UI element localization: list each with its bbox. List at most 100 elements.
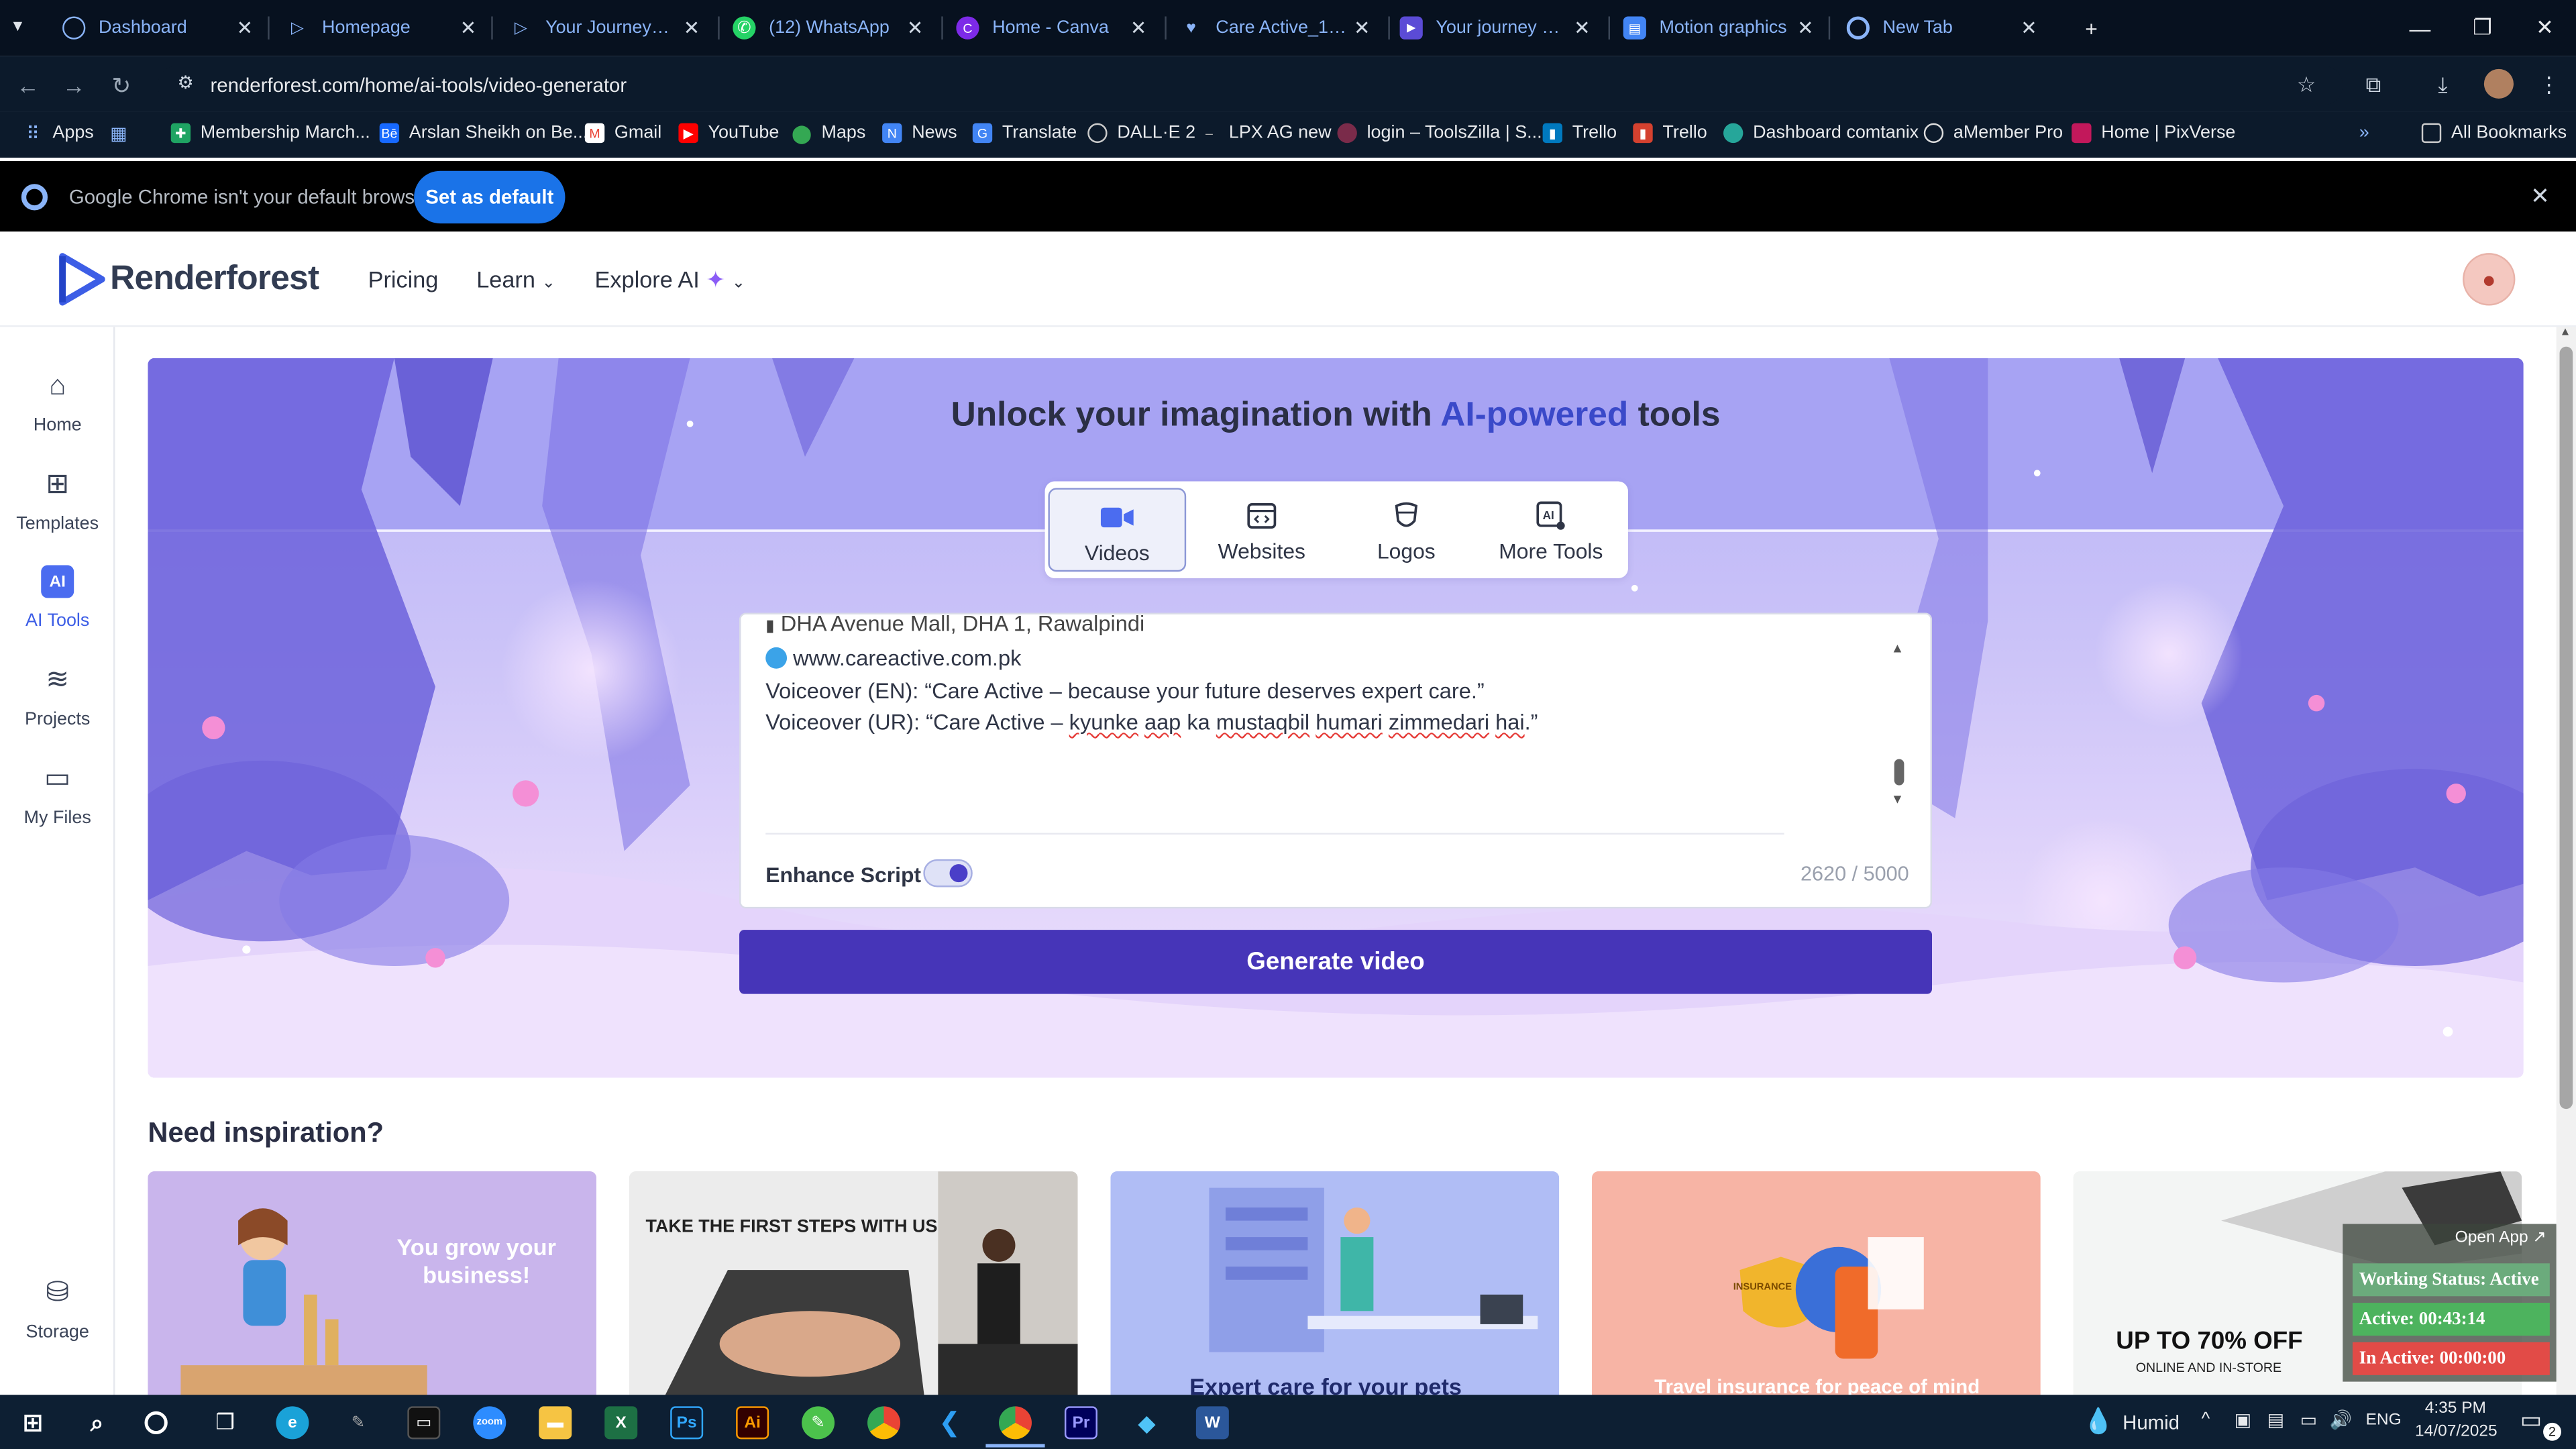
vscode-icon[interactable]: ❮ bbox=[933, 1406, 966, 1439]
app-icon[interactable]: ◆ bbox=[1130, 1406, 1163, 1439]
browser-tab-journey[interactable]: ▷ Your Journey Star ✕ bbox=[509, 0, 710, 56]
close-icon[interactable]: ✕ bbox=[2021, 16, 2037, 39]
browser-tab-motion-graphics[interactable]: ▤ Motion graphics ✕ bbox=[1623, 0, 1824, 56]
bookmark-trello-2[interactable]: ▮ Trello bbox=[1633, 123, 1707, 144]
bookmark-amember[interactable]: aMember Pro bbox=[1923, 123, 2063, 144]
bookmark-pixverse[interactable]: Home | PixVerse bbox=[2072, 123, 2235, 144]
bookmark-apps[interactable]: ⠿ Apps bbox=[23, 123, 94, 144]
browser-tab-homepage[interactable]: ▷ Homepage ✕ bbox=[286, 0, 486, 56]
browser-tab-new-tab[interactable]: New Tab ✕ bbox=[1846, 0, 2047, 56]
close-icon[interactable]: ✕ bbox=[1354, 16, 1371, 39]
more-bookmarks-chevron-icon[interactable]: » bbox=[2359, 123, 2369, 143]
site-logo-text[interactable]: Renderforest bbox=[110, 260, 319, 299]
edge-icon[interactable]: e bbox=[276, 1406, 309, 1440]
tray-app-icon[interactable]: ▣ bbox=[2235, 1409, 2251, 1431]
photoshop-icon[interactable]: Ps bbox=[670, 1406, 704, 1440]
page-scroll-thumb[interactable] bbox=[2559, 346, 2573, 1110]
script-scrollbar[interactable]: ▲ ▼ bbox=[1891, 641, 1907, 806]
generate-video-button[interactable]: Generate video bbox=[739, 930, 1933, 994]
minimize-icon[interactable]: — bbox=[2389, 0, 2451, 56]
enhance-script-toggle[interactable] bbox=[923, 859, 973, 888]
inspiration-card-business[interactable]: You grow your business! bbox=[148, 1171, 596, 1401]
all-bookmarks[interactable]: All Bookmarks bbox=[2421, 123, 2567, 144]
language-indicator[interactable]: ENG bbox=[2366, 1411, 2402, 1430]
bookmark-dashboard-comtanix[interactable]: Dashboard comtanix bbox=[1723, 123, 1919, 144]
terminal-icon[interactable]: ▭ bbox=[407, 1406, 441, 1440]
tray-chevron-icon[interactable]: ^ bbox=[2202, 1409, 2210, 1429]
bookmark-behance[interactable]: Bē Arslan Sheikh on Be... bbox=[379, 123, 588, 144]
script-text[interactable]: ▮ DHA Avenue Mall, DHA 1, Rawalpindi www… bbox=[765, 614, 1866, 739]
sidebar-item-ai-tools[interactable]: AI AI Tools bbox=[0, 565, 115, 631]
sidebar-item-projects[interactable]: ≋ Projects bbox=[0, 663, 115, 729]
green-app-icon[interactable]: ✎ bbox=[802, 1406, 835, 1440]
sidebar-item-my-files[interactable]: ▭ My Files bbox=[0, 762, 115, 828]
task-view-icon[interactable]: ❒ bbox=[209, 1406, 241, 1439]
window-close-icon[interactable]: ✕ bbox=[2514, 0, 2576, 56]
volume-icon[interactable]: 🔊 bbox=[2330, 1409, 2353, 1431]
word-icon[interactable]: W bbox=[1195, 1406, 1229, 1440]
scroll-down-arrow-icon[interactable]: ▼ bbox=[1891, 792, 1904, 806]
bookmark-trello-1[interactable]: ▮ Trello bbox=[1542, 123, 1617, 144]
tab-logos[interactable]: Logos bbox=[1337, 488, 1475, 572]
browser-tab-canva[interactable]: C Home - Canva ✕ bbox=[956, 0, 1157, 56]
open-app-link[interactable]: Open App ↗ bbox=[2455, 1229, 2546, 1247]
clock-time[interactable]: 4:35 PM bbox=[2425, 1400, 2486, 1418]
profile-avatar[interactable] bbox=[2483, 68, 2514, 99]
zoom-icon[interactable]: zoom bbox=[473, 1406, 506, 1440]
extensions-icon[interactable]: ⧉ bbox=[2366, 72, 2381, 99]
tray-network-icon[interactable]: ▤ bbox=[2267, 1409, 2284, 1431]
nav-pricing[interactable]: Pricing bbox=[368, 266, 439, 292]
new-tab-plus-icon[interactable]: + bbox=[2060, 0, 2123, 56]
tab-websites[interactable]: Websites bbox=[1193, 488, 1331, 572]
restore-icon[interactable]: ❐ bbox=[2451, 0, 2514, 56]
bookmark-lpx[interactable]: – LPX AG new bbox=[1199, 123, 1332, 143]
bookmark-toolszilla[interactable]: login – ToolsZilla | S... bbox=[1337, 123, 1542, 144]
search-icon[interactable]: ⌕ bbox=[80, 1406, 113, 1439]
bookmark-membership[interactable]: ✚ Membership March... bbox=[170, 123, 370, 144]
close-icon[interactable]: ✕ bbox=[1797, 16, 1814, 39]
tray-display-icon[interactable]: ▭ bbox=[2300, 1409, 2317, 1431]
user-avatar[interactable]: ● bbox=[2463, 253, 2516, 306]
close-icon[interactable]: ✕ bbox=[684, 16, 700, 39]
browser-tab-dashboard[interactable]: Dashboard ✕ bbox=[62, 0, 263, 56]
page-scrollbar[interactable]: ▲ bbox=[2556, 327, 2576, 1399]
site-info-icon[interactable]: ⚙ bbox=[177, 72, 193, 93]
inspiration-card-first-steps[interactable]: TAKE THE FIRST STEPS WITH US bbox=[629, 1171, 1078, 1401]
sidebar-item-home[interactable]: ⌂ Home bbox=[0, 370, 115, 435]
scroll-up-arrow-icon[interactable]: ▲ bbox=[1891, 641, 1904, 655]
cortana-icon[interactable] bbox=[144, 1411, 168, 1434]
bookmark-gmail[interactable]: M Gmail bbox=[584, 123, 661, 144]
nav-explore-ai[interactable]: Explore AI ✦ ⌄ bbox=[595, 266, 746, 294]
inspiration-card-pets[interactable]: Expert care for your pets bbox=[1110, 1171, 1560, 1401]
bookmark-maps[interactable]: ⬤ Maps bbox=[792, 123, 865, 144]
weather-text[interactable]: Humid bbox=[2123, 1411, 2180, 1434]
forward-arrow-icon[interactable]: → bbox=[62, 70, 85, 100]
renderforest-logo-icon[interactable] bbox=[59, 253, 105, 306]
chrome-icon[interactable] bbox=[998, 1406, 1032, 1440]
premiere-icon[interactable]: Pr bbox=[1064, 1406, 1097, 1440]
menu-dots-icon[interactable]: ⋮ bbox=[2538, 72, 2560, 99]
bookmark-star-icon[interactable]: ☆ bbox=[2297, 72, 2316, 99]
excel-icon[interactable]: X bbox=[604, 1406, 638, 1440]
nav-learn[interactable]: Learn ⌄ bbox=[476, 266, 555, 292]
scroll-thumb[interactable] bbox=[1894, 759, 1904, 786]
script-textarea[interactable]: ▮ DHA Avenue Mall, DHA 1, Rawalpindi www… bbox=[739, 612, 1933, 909]
file-explorer-icon[interactable]: ▬ bbox=[539, 1406, 572, 1440]
close-icon[interactable]: ✕ bbox=[1130, 16, 1147, 39]
sidebar-item-templates[interactable]: ⊞ Templates bbox=[0, 468, 115, 534]
browser-tab-journey-video[interactable]: ▶ Your journey start ✕ bbox=[1399, 0, 1601, 56]
bookmark-translate[interactable]: G Translate bbox=[972, 123, 1077, 144]
close-icon[interactable]: ✕ bbox=[460, 16, 477, 39]
notifications-icon[interactable]: ▭ bbox=[2520, 1406, 2542, 1434]
inspiration-card-insurance[interactable]: INSURANCE Travel insurance for peace of … bbox=[1592, 1171, 2041, 1401]
close-icon[interactable]: ✕ bbox=[907, 16, 924, 39]
download-icon[interactable]: ⤓ bbox=[2438, 72, 2447, 99]
tab-more-tools[interactable]: AI More Tools bbox=[1482, 488, 1620, 572]
reload-icon[interactable]: ↻ bbox=[112, 70, 131, 100]
tab-list-chevron-icon[interactable]: ▾ bbox=[13, 15, 23, 36]
illustrator-icon[interactable]: Ai bbox=[736, 1406, 769, 1440]
close-icon[interactable]: ✕ bbox=[2530, 182, 2550, 211]
tab-videos[interactable]: Videos bbox=[1048, 488, 1187, 572]
bookmark-news[interactable]: N News bbox=[882, 123, 957, 144]
start-icon[interactable]: ⊞ bbox=[16, 1406, 49, 1439]
